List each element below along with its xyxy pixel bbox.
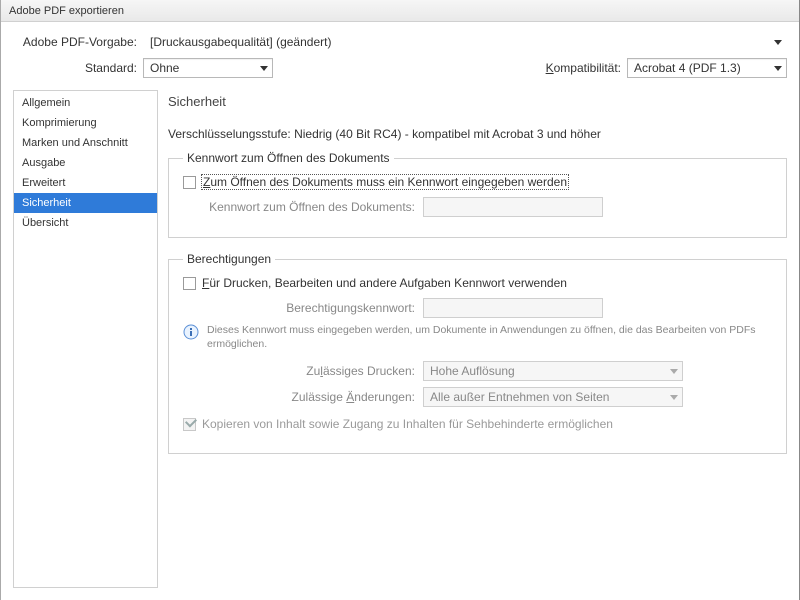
- chevron-down-icon: [670, 369, 678, 374]
- sidebar-item-allgemein[interactable]: Allgemein: [14, 93, 157, 113]
- permissions-info-text: Dieses Kennwort muss eingegeben werden, …: [207, 324, 772, 351]
- allowed-changes-value: Alle außer Entnehmen von Seiten: [430, 390, 609, 404]
- window-title: Adobe PDF exportieren: [9, 5, 124, 17]
- top-options: Adobe PDF-Vorgabe: [Druckausgabequalität…: [1, 22, 799, 90]
- compat-select[interactable]: Acrobat 4 (PDF 1.3): [627, 58, 787, 78]
- chevron-down-icon: [260, 66, 268, 71]
- preset-value: [Druckausgabequalität] (geändert): [150, 35, 331, 49]
- export-pdf-dialog: Adobe PDF exportieren Adobe PDF-Vorgabe:…: [0, 0, 800, 600]
- permissions-group: Berechtigungen Für Drucken, Bearbeiten u…: [168, 252, 787, 454]
- open-password-checkbox-label: Zum Öffnen des Dokuments muss ein Kennwo…: [202, 175, 568, 189]
- encryption-level: Verschlüsselungsstufe: Niedrig (40 Bit R…: [168, 127, 787, 141]
- preset-label: Adobe PDF-Vorgabe:: [13, 35, 143, 49]
- preset-select[interactable]: [Druckausgabequalität] (geändert): [143, 32, 787, 52]
- compat-value: Acrobat 4 (PDF 1.3): [634, 61, 741, 75]
- sidebar-item-marken-anschnitt[interactable]: Marken und Anschnitt: [14, 133, 157, 153]
- allowed-printing-select[interactable]: Hohe Auflösung: [423, 361, 683, 381]
- sidebar-item-uebersicht[interactable]: Übersicht: [14, 213, 157, 233]
- copy-access-label: Kopieren von Inhalt sowie Zugang zu Inha…: [202, 417, 613, 431]
- allowed-changes-label: Zulässige Änderungen:: [183, 390, 423, 404]
- permissions-password-label: Berechtigungskennwort:: [183, 301, 423, 315]
- allowed-printing-label: Zulässiges Drucken:: [183, 364, 423, 378]
- open-password-input[interactable]: [423, 197, 603, 217]
- standard-select[interactable]: Ohne: [143, 58, 273, 78]
- standard-value: Ohne: [150, 61, 179, 75]
- chevron-down-icon: [670, 395, 678, 400]
- open-password-label: Kennwort zum Öffnen des Dokuments:: [183, 200, 423, 214]
- permissions-legend: Berechtigungen: [183, 252, 275, 266]
- copy-access-checkbox: [183, 418, 196, 431]
- standard-label: Standard:: [13, 61, 143, 75]
- allowed-changes-select[interactable]: Alle außer Entnehmen von Seiten: [423, 387, 683, 407]
- open-password-checkbox[interactable]: [183, 176, 196, 189]
- permissions-password-input[interactable]: [423, 298, 603, 318]
- permissions-checkbox-label: Für Drucken, Bearbeiten und andere Aufga…: [202, 276, 567, 290]
- open-password-group: Kennwort zum Öffnen des Dokuments Zum Öf…: [168, 151, 787, 238]
- sidebar-item-erweitert[interactable]: Erweitert: [14, 173, 157, 193]
- sidebar-item-sicherheit[interactable]: Sicherheit: [14, 193, 157, 213]
- sidebar-item-ausgabe[interactable]: Ausgabe: [14, 153, 157, 173]
- permissions-checkbox[interactable]: [183, 277, 196, 290]
- open-password-legend: Kennwort zum Öffnen des Dokuments: [183, 151, 394, 165]
- chevron-down-icon: [774, 66, 782, 71]
- titlebar: Adobe PDF exportieren: [1, 0, 799, 22]
- sidebar-item-komprimierung[interactable]: Komprimierung: [14, 113, 157, 133]
- compat-label: Kompatibilität:: [546, 61, 621, 75]
- panel-title: Sicherheit: [168, 94, 787, 109]
- body: Allgemein Komprimierung Marken und Ansch…: [1, 90, 799, 600]
- content-panel: Sicherheit Verschlüsselungsstufe: Niedri…: [168, 90, 787, 588]
- chevron-down-icon: [774, 40, 782, 45]
- allowed-printing-value: Hohe Auflösung: [430, 364, 515, 378]
- info-icon: [183, 324, 199, 340]
- sidebar: Allgemein Komprimierung Marken und Ansch…: [13, 90, 158, 588]
